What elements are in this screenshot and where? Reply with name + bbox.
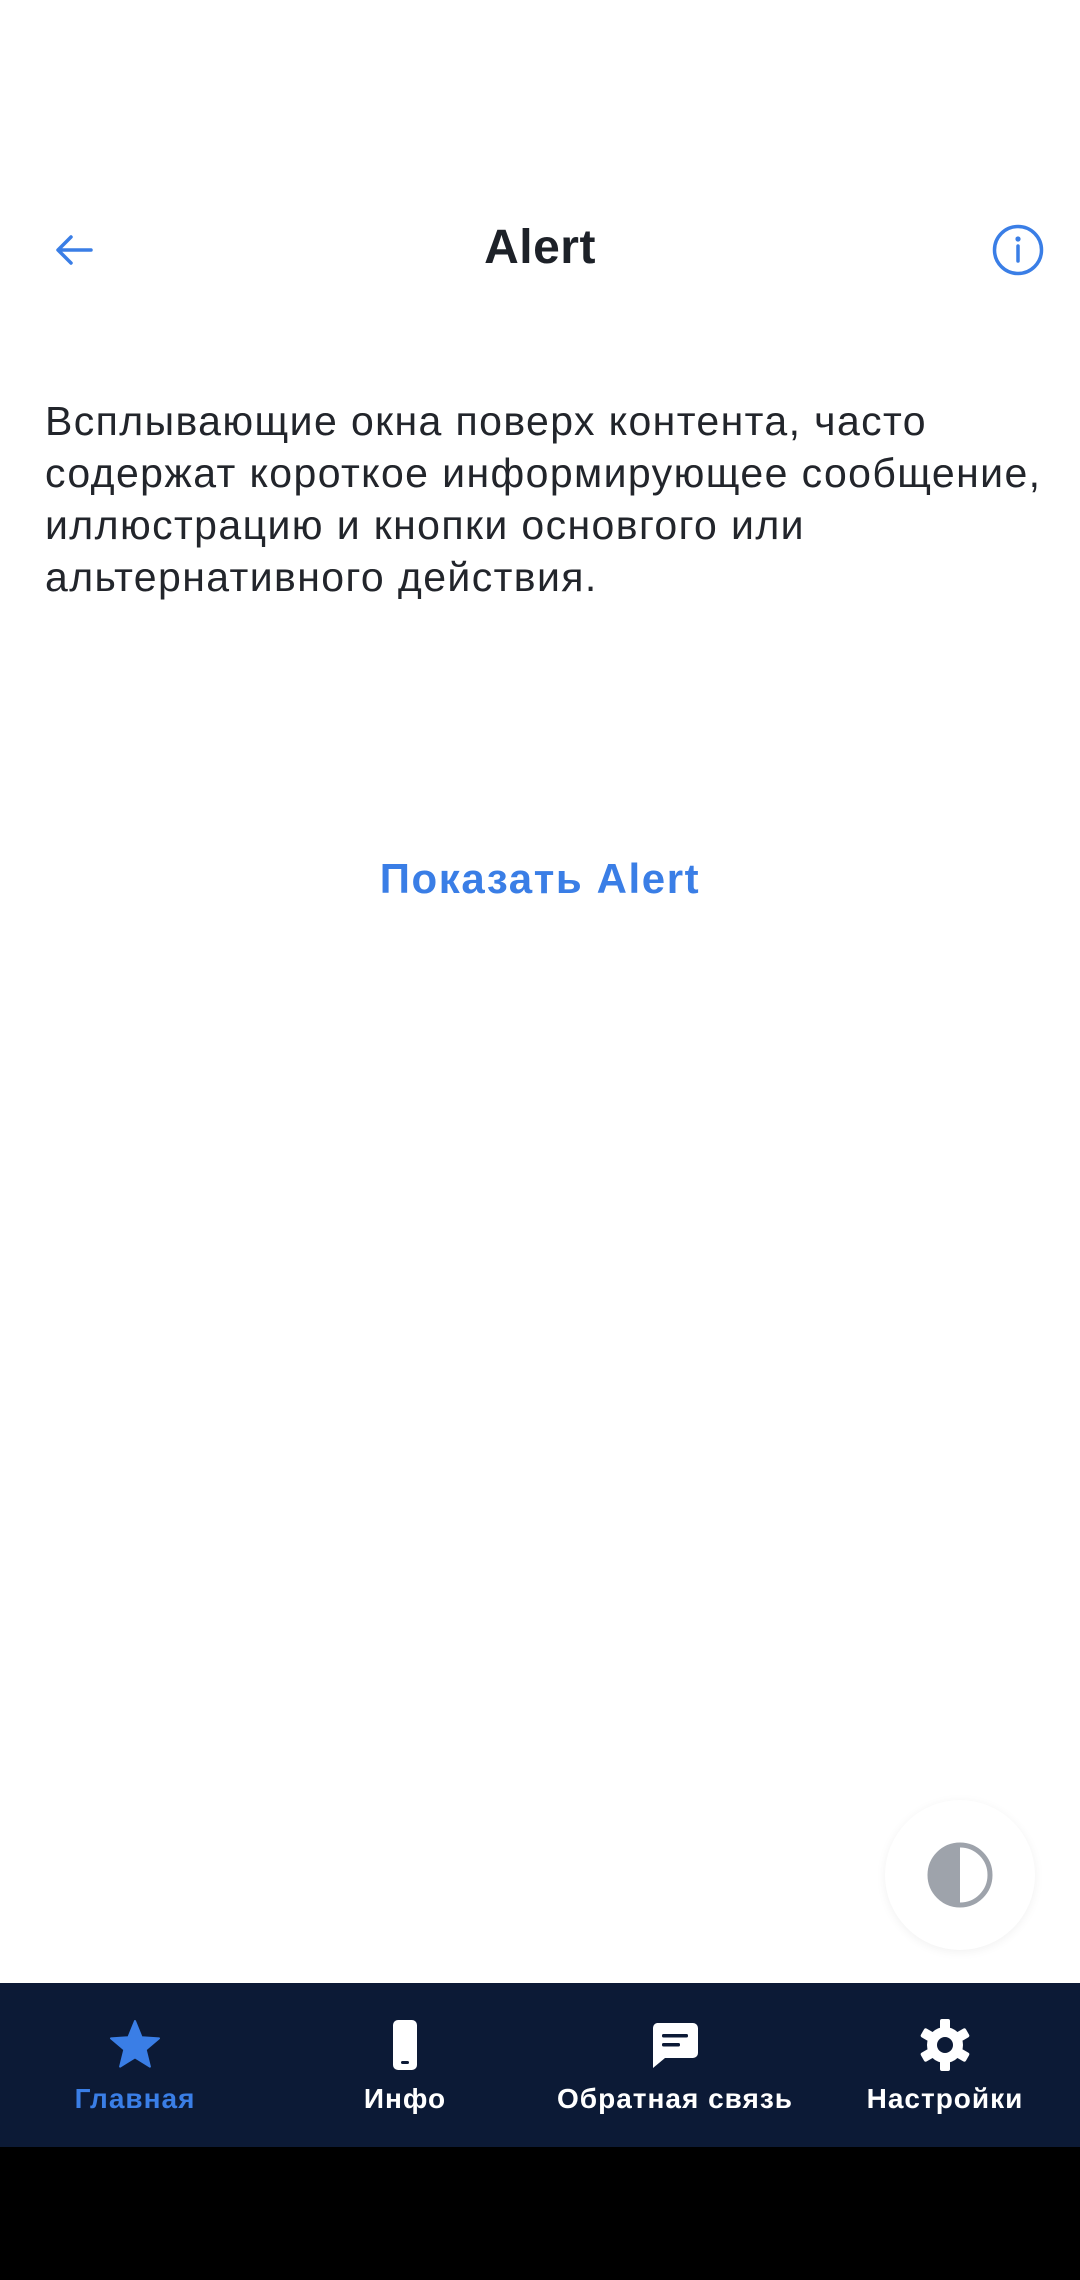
star-icon	[110, 2020, 160, 2068]
system-navigation-bar	[0, 2147, 1080, 2280]
nav-item-settings[interactable]: Настройки	[810, 1983, 1080, 2147]
nav-item-info[interactable]: Инфо	[270, 1983, 540, 2147]
theme-toggle-button[interactable]	[885, 1800, 1035, 1950]
nav-label-settings: Настройки	[866, 2083, 1024, 2114]
gear-icon	[920, 2019, 970, 2071]
bottom-navigation: Главная Инфо Обратная связь Настройки	[0, 1983, 1080, 2147]
chat-icon	[652, 2023, 698, 2068]
nav-item-home[interactable]: Главная	[0, 1983, 270, 2147]
description-text: Всплывающие окна поверх контента, часто …	[45, 398, 1042, 600]
screen: Alert Всплывающие окна поверх контента, …	[0, 0, 1080, 2280]
page-title: Alert	[484, 221, 596, 274]
nav-label-feedback: Обратная связь	[557, 2083, 793, 2114]
nav-label-home: Главная	[74, 2083, 196, 2114]
info-button[interactable]	[986, 218, 1050, 282]
phone-icon	[393, 2020, 417, 2070]
contrast-icon	[927, 1842, 993, 1908]
nav-item-feedback[interactable]: Обратная связь	[540, 1983, 810, 2147]
show-alert-button[interactable]: Показать Alert	[0, 855, 1080, 903]
top-app-bar: Alert	[0, 190, 1080, 310]
nav-label-info: Инфо	[363, 2083, 447, 2114]
info-circle-icon	[992, 224, 1044, 276]
